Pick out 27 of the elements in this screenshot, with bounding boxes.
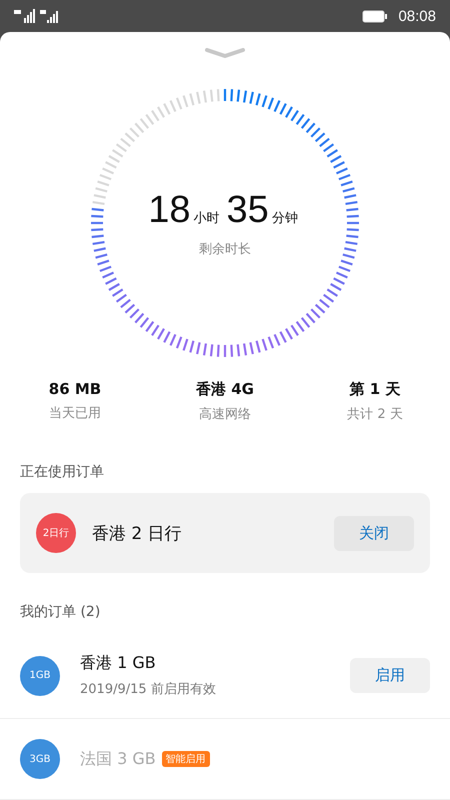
remaining-caption: 剩余时长 (199, 240, 251, 258)
close-button[interactable]: 关闭 (334, 516, 414, 550)
minutes-unit: 分钟 (272, 210, 298, 226)
stat-value: 香港 4G (196, 380, 254, 399)
order-badge: 2日行 (36, 513, 76, 553)
chevron-down-icon[interactable] (205, 48, 245, 58)
section-heading: 我的订单 (2) (20, 603, 102, 621)
order-tag: 智能启用 (162, 751, 210, 767)
stat-value: 86 MB (48, 380, 102, 398)
hours-value: 18 (148, 188, 190, 232)
order-badge: 3GB (20, 739, 60, 779)
stat-label: 当天已用 (49, 405, 101, 422)
signal-icon (14, 9, 36, 23)
order-name: 香港 1 GB (80, 653, 156, 674)
stat-label: 高速网络 (199, 406, 251, 423)
section-heading: 正在使用订单 (20, 463, 105, 481)
stat-value: 第 1 天 (350, 380, 400, 399)
order-name: 香港 2 日行 (92, 522, 183, 544)
order-note: 2019/9/15 前启用有效 (80, 681, 217, 698)
enable-button[interactable]: 启用 (350, 658, 430, 693)
order-name: 法国 3 GB (80, 748, 156, 770)
minutes-value: 35 (226, 188, 269, 232)
battery-icon (362, 10, 388, 22)
order-badge: 1GB (20, 656, 60, 696)
stat-label: 共计 2 天 (347, 406, 403, 423)
hours-unit: 小时 (194, 210, 220, 226)
status-time: 08:08 (398, 8, 436, 24)
